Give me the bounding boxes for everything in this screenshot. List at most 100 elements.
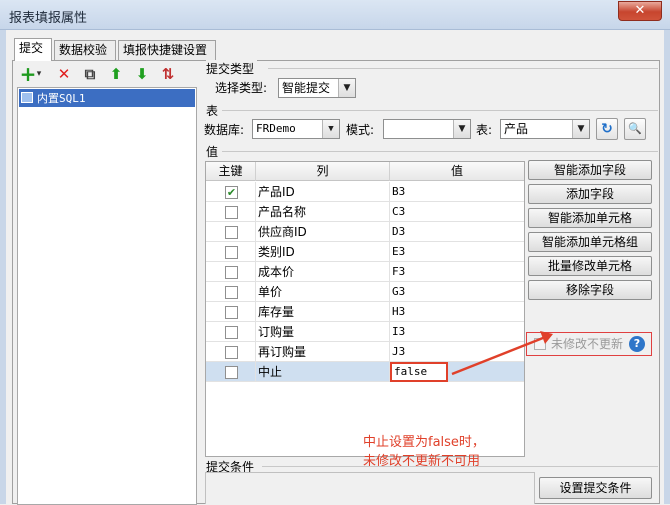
header-column: 列 <box>256 162 390 181</box>
refresh-icon: ↻ <box>601 121 613 137</box>
chevron-down-icon[interactable]: ▼ <box>338 79 355 97</box>
value-cell[interactable]: I3 <box>390 322 524 342</box>
primary-key-checkbox[interactable] <box>225 246 238 259</box>
key-cell <box>206 322 256 342</box>
table-row[interactable]: 订购量 I3 <box>206 322 524 342</box>
chevron-down-icon[interactable]: ▼ <box>572 120 589 138</box>
primary-key-checkbox[interactable] <box>225 226 238 239</box>
primary-key-checkbox[interactable] <box>225 306 238 319</box>
primary-key-checkbox[interactable] <box>225 366 238 379</box>
primary-key-checkbox[interactable] <box>225 266 238 279</box>
submit-type-select[interactable]: 智能提交 ▼ <box>278 78 356 98</box>
key-cell <box>206 242 256 262</box>
copy-icon[interactable]: ⧉ <box>81 65 99 83</box>
submit-condition-area[interactable] <box>205 472 535 504</box>
delete-icon[interactable]: ✕ <box>55 65 73 83</box>
table-row[interactable]: ✔ 产品ID B3 <box>206 182 524 202</box>
add-field-button[interactable]: 添加字段 <box>528 184 652 204</box>
value-cell[interactable]: B3 <box>390 182 524 202</box>
value-edit-field[interactable]: false <box>390 362 448 382</box>
table-group-label: 表 <box>206 102 222 119</box>
column-cell[interactable]: 成本价 <box>256 262 390 282</box>
smart-add-cell-group-button[interactable]: 智能添加单元格组 <box>528 232 652 252</box>
unmodified-no-update-option: 未修改不更新 ? <box>526 332 652 356</box>
unmodified-no-update-checkbox <box>534 338 546 350</box>
table-select[interactable]: 产品 ▼ <box>500 119 590 139</box>
table-row[interactable]: 再订购量 J3 <box>206 342 524 362</box>
tab-submit[interactable]: 提交 <box>14 38 52 61</box>
column-cell[interactable]: 中止 <box>256 362 390 382</box>
primary-key-checkbox[interactable]: ✔ <box>225 186 238 199</box>
value-cell[interactable]: F3 <box>390 262 524 282</box>
table-row[interactable]: 供应商ID D3 <box>206 222 524 242</box>
tab-shortcut-settings[interactable]: 填报快捷键设置 <box>118 40 216 60</box>
value-cell[interactable]: J3 <box>390 342 524 362</box>
table-row[interactable]: 中止 false <box>206 362 524 382</box>
unmodified-no-update-label: 未修改不更新 <box>551 337 624 351</box>
table-row[interactable]: 产品名称 C3 <box>206 202 524 222</box>
key-cell <box>206 362 256 382</box>
table-row[interactable]: 成本价 F3 <box>206 262 524 282</box>
close-icon: ✕ <box>634 3 646 18</box>
submit-type-value: 智能提交 <box>282 81 331 95</box>
sort-icon[interactable]: ⇅ <box>159 65 177 83</box>
column-cell[interactable]: 单价 <box>256 282 390 302</box>
batch-modify-cell-button[interactable]: 批量修改单元格 <box>528 256 652 276</box>
title-bar: 报表填报属性 ✕ <box>0 0 670 30</box>
table-label: 表: <box>476 123 493 137</box>
schema-select[interactable]: ▼ <box>383 119 471 139</box>
primary-key-checkbox[interactable] <box>225 326 238 339</box>
move-up-icon[interactable]: ⬆ <box>107 65 125 83</box>
value-cell[interactable]: E3 <box>390 242 524 262</box>
key-cell <box>206 342 256 362</box>
header-value: 值 <box>450 164 463 178</box>
column-cell[interactable]: 产品ID <box>256 182 390 202</box>
database-label: 数据库: <box>204 123 245 137</box>
list-toolbar: + ▾ ✕ ⧉ ⬆ ⬇ ⇅ <box>19 63 199 85</box>
column-cell[interactable]: 产品名称 <box>256 202 390 222</box>
list-item[interactable]: 内置SQL1 <box>19 89 195 107</box>
primary-key-checkbox[interactable] <box>225 286 238 299</box>
primary-key-checkbox[interactable] <box>225 346 238 359</box>
database-select[interactable]: FRDemo ▼ <box>252 119 340 139</box>
key-cell <box>206 282 256 302</box>
table-row[interactable]: 类别ID E3 <box>206 242 524 262</box>
table-header: 主键 列 值 <box>206 162 524 181</box>
column-cell[interactable]: 供应商ID <box>256 222 390 242</box>
smart-add-field-button[interactable]: 智能添加字段 <box>528 160 652 180</box>
primary-key-checkbox[interactable] <box>225 206 238 219</box>
value-cell[interactable]: D3 <box>390 222 524 242</box>
values-divider <box>222 151 658 152</box>
sql-list[interactable]: 内置SQL1 <box>17 87 197 505</box>
column-cell[interactable]: 订购量 <box>256 322 390 342</box>
remove-field-button[interactable]: 移除字段 <box>528 280 652 300</box>
key-cell <box>206 262 256 282</box>
set-submit-condition-button[interactable]: 设置提交条件 <box>539 477 652 499</box>
column-cell[interactable]: 类别ID <box>256 242 390 262</box>
help-icon[interactable]: ? <box>629 336 645 352</box>
table-value: 产品 <box>504 122 529 136</box>
column-cell[interactable]: 再订购量 <box>256 342 390 362</box>
value-cell[interactable]: C3 <box>390 202 524 222</box>
move-down-icon[interactable]: ⬇ <box>133 65 151 83</box>
values-table[interactable]: 主键 列 值 ✔ 产品ID B3 产品名称 C3 供应商ID D3 类别ID E3 成本价 F3 单价… <box>205 161 525 457</box>
preview-icon: 🔍 <box>628 122 642 135</box>
tab-data-validation[interactable]: 数据校验 <box>54 40 116 60</box>
table-divider <box>222 110 658 111</box>
preview-button[interactable]: 🔍 <box>624 118 646 140</box>
close-button[interactable]: ✕ <box>618 1 662 21</box>
database-icon <box>21 92 33 103</box>
table-row[interactable]: 库存量 H3 <box>206 302 524 322</box>
refresh-button[interactable]: ↻ <box>596 118 618 140</box>
window-title: 报表填报属性 <box>9 11 88 26</box>
value-cell[interactable]: G3 <box>390 282 524 302</box>
check-icon: ✔ <box>226 186 237 199</box>
column-cell[interactable]: 库存量 <box>256 302 390 322</box>
table-row[interactable]: 单价 G3 <box>206 282 524 302</box>
value-cell[interactable]: H3 <box>390 302 524 322</box>
smart-add-cell-button[interactable]: 智能添加单元格 <box>528 208 652 228</box>
chevron-down-icon[interactable]: ▾ <box>35 65 43 83</box>
chevron-down-icon[interactable]: ▼ <box>322 120 339 138</box>
chevron-down-icon[interactable]: ▼ <box>453 120 470 138</box>
window-frame-right <box>664 30 670 504</box>
